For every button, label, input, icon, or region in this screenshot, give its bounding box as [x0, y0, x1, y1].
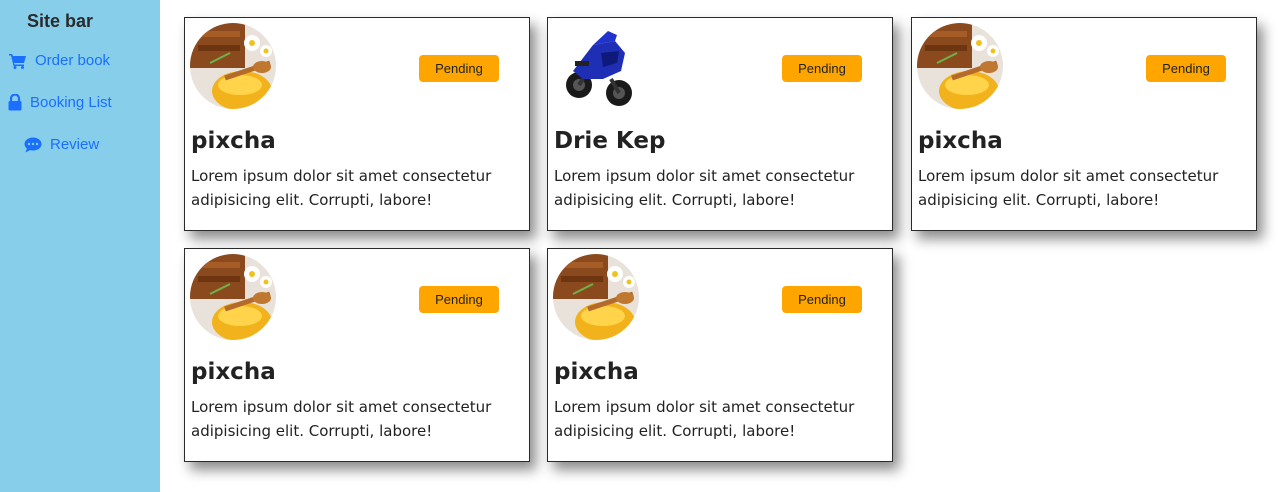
comment-icon — [24, 137, 42, 153]
sidebar-item-label: Review — [50, 136, 100, 153]
card-title: pixcha — [918, 128, 1003, 154]
order-card: Pending Drie Kep Lorem ipsum dolor sit a… — [547, 17, 893, 231]
order-card: Pending pixcha Lorem ipsum dolor sit ame… — [184, 17, 530, 231]
status-badge: Pending — [419, 55, 499, 82]
sidebar-title: Site bar — [27, 11, 94, 31]
card-title: Drie Kep — [554, 128, 666, 154]
sidebar-item-booking-list[interactable]: Booking List — [8, 94, 112, 111]
order-card: Pending pixcha Lorem ipsum dolor sit ame… — [184, 248, 530, 462]
card-title: pixcha — [191, 359, 276, 385]
card-description: Lorem ipsum dolor sit amet consectetur a… — [191, 398, 492, 440]
honey-image — [917, 23, 1003, 109]
status-badge: Pending — [782, 286, 862, 313]
order-card: Pending pixcha Lorem ipsum dolor sit ame… — [911, 17, 1257, 231]
status-badge: Pending — [1146, 55, 1226, 82]
motorcycle-image — [553, 23, 639, 109]
card-title: pixcha — [191, 128, 276, 154]
sidebar-item-label: Order book — [35, 52, 111, 69]
honey-image — [553, 254, 639, 340]
lock-icon — [8, 94, 22, 111]
status-badge: Pending — [419, 286, 499, 313]
card-description: Lorem ipsum dolor sit amet consectetur a… — [918, 167, 1219, 209]
card-description: Lorem ipsum dolor sit amet consectetur a… — [554, 398, 855, 440]
status-badge: Pending — [782, 55, 862, 82]
honey-image — [190, 23, 276, 109]
sidebar-item-review[interactable]: Review — [24, 136, 99, 153]
sidebar-item-order-book[interactable]: Order book — [9, 52, 110, 69]
card-description: Lorem ipsum dolor sit amet consectetur a… — [554, 167, 855, 209]
sidebar-item-label: Booking List — [30, 94, 112, 111]
order-card: Pending pixcha Lorem ipsum dolor sit ame… — [547, 248, 893, 462]
cart-icon — [9, 53, 27, 69]
honey-image — [190, 254, 276, 340]
sidebar: Site bar Order book Booking List Review — [0, 0, 160, 492]
card-title: pixcha — [554, 359, 639, 385]
card-description: Lorem ipsum dolor sit amet consectetur a… — [191, 167, 492, 209]
